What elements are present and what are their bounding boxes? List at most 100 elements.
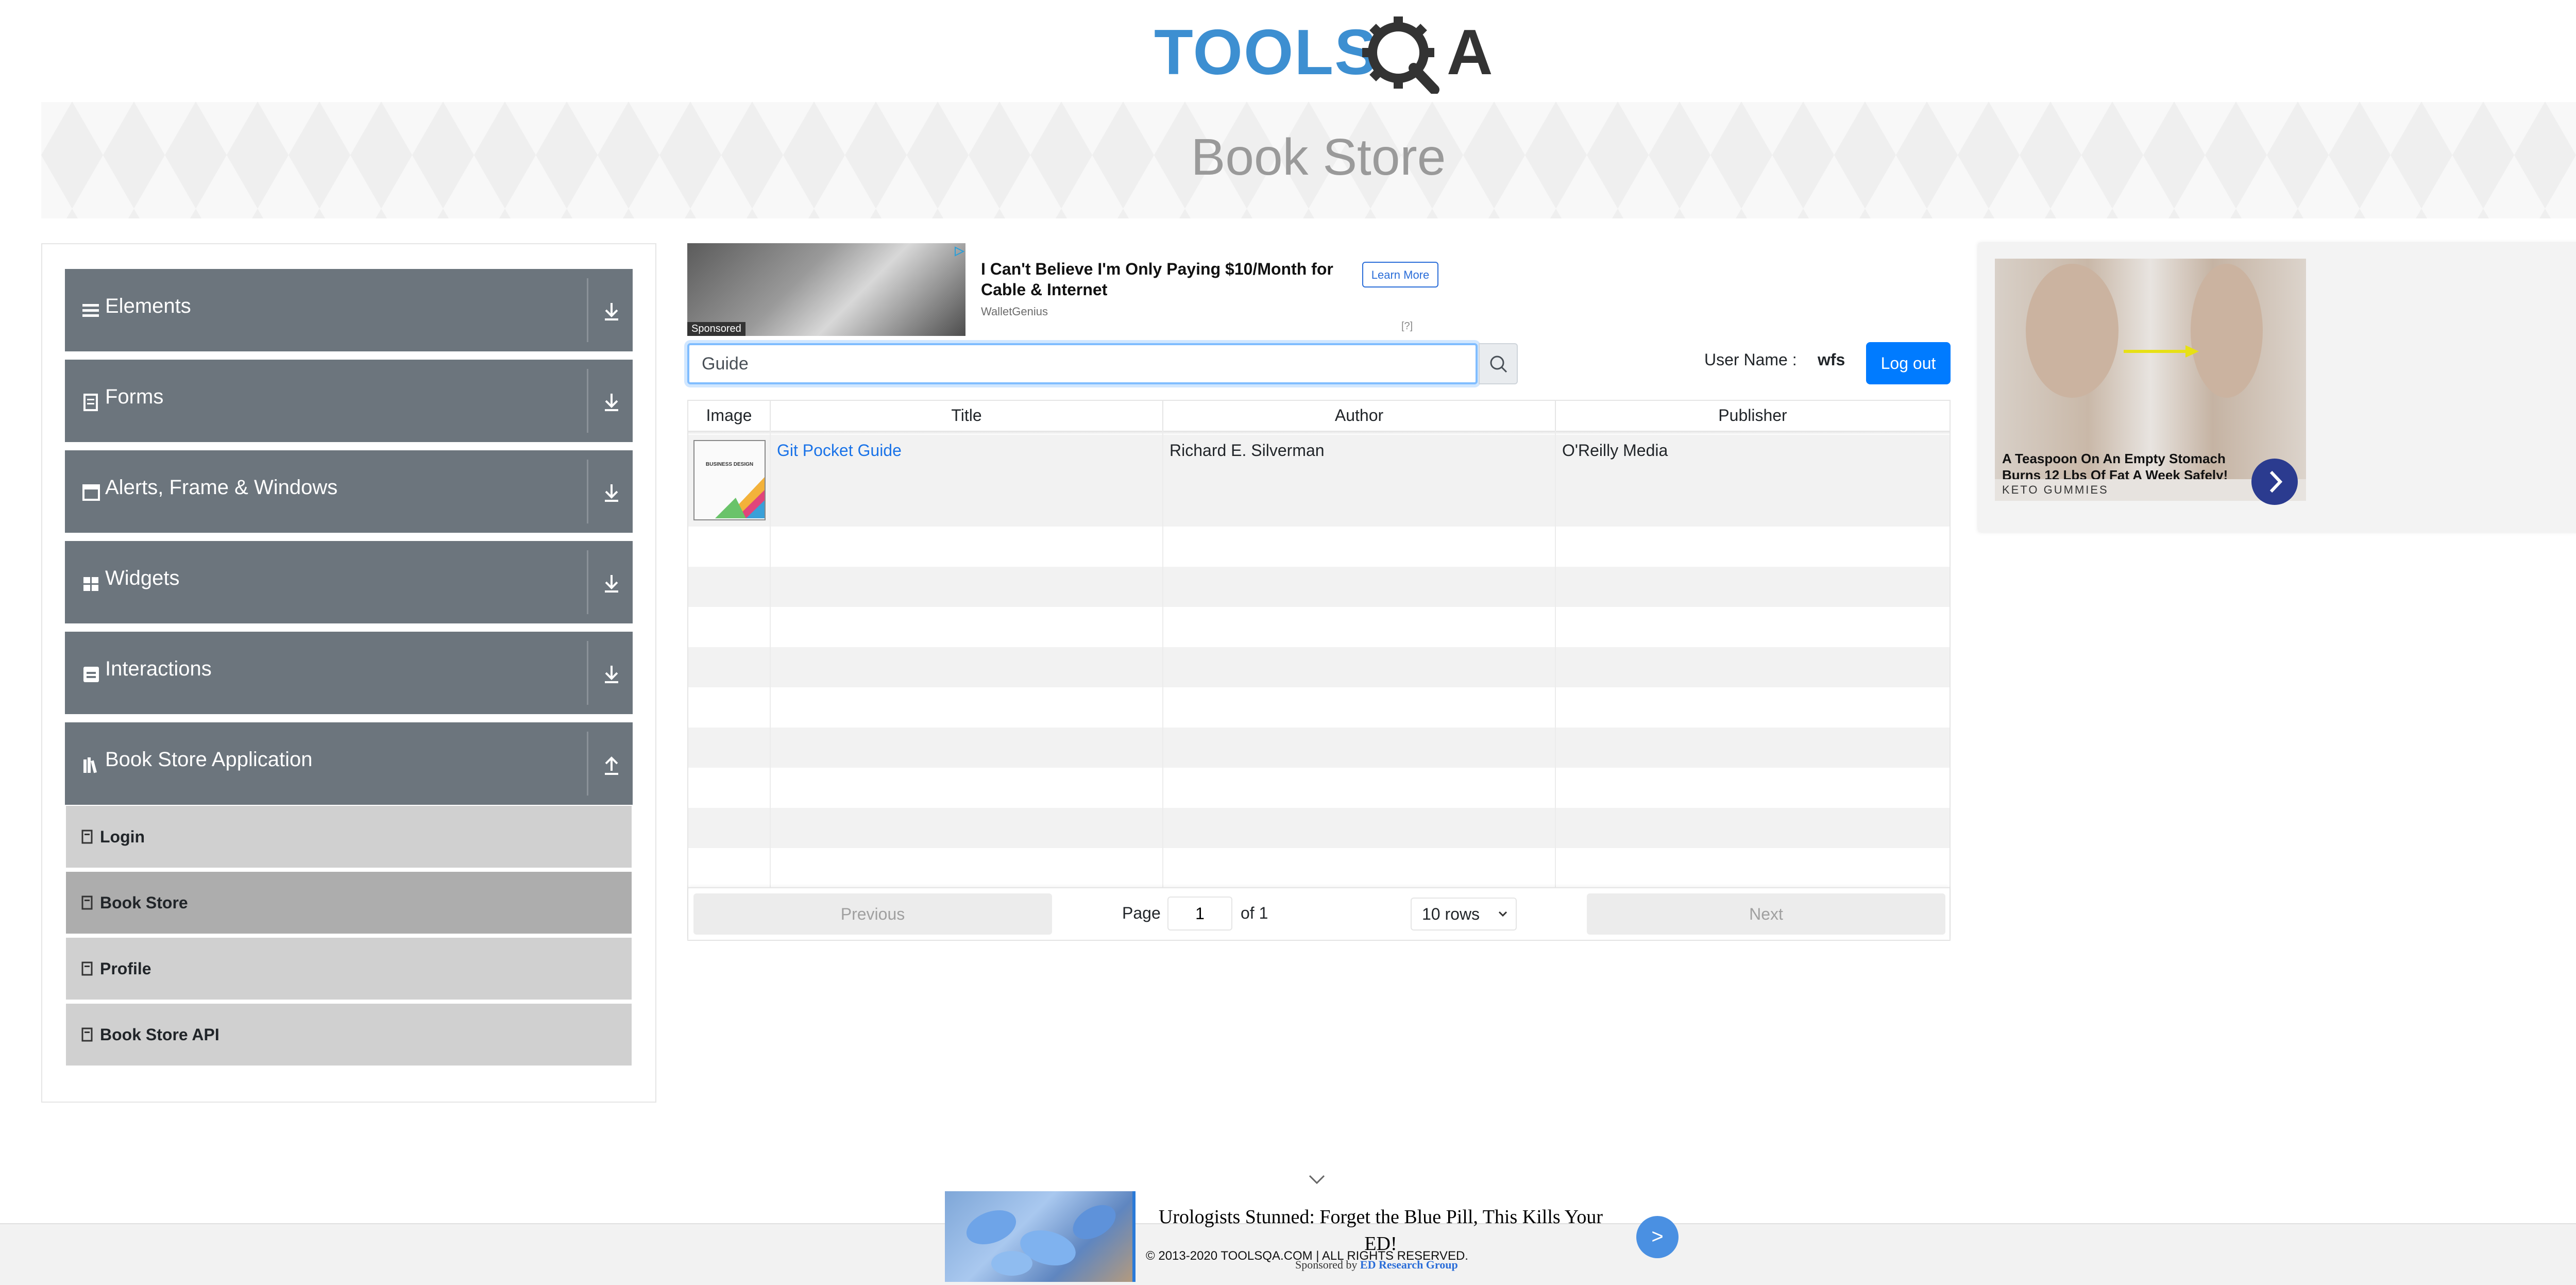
book-icon [81,895,93,910]
ad-sponsored-badge: Sponsored [687,322,745,336]
sidebar-item-login[interactable]: Login [66,806,632,870]
table-row [688,527,1950,567]
sidebar-group-elements[interactable]: Elements [65,269,633,351]
username-value: wfs [1818,350,1845,369]
download-icon [605,394,618,411]
column-divider [770,431,771,889]
column-header-image[interactable]: Image [688,401,771,431]
sidebar-group-label: Forms [105,385,164,408]
column-header-publisher[interactable]: Publisher [1556,401,1950,431]
table-row [688,768,1950,808]
widgets-icon [83,577,98,591]
table-row [688,647,1950,687]
ad-image[interactable] [945,1191,1136,1282]
book-author: Richard E. Silverman [1170,441,1325,460]
search-input[interactable] [687,343,1478,384]
table-row [688,567,1950,607]
divider [587,732,588,796]
ad-headline[interactable]: I Can't Believe I'm Only Paying $10/Mont… [981,259,1342,300]
column-header-title[interactable]: Title [771,401,1163,431]
book-publisher: O'Reilly Media [1562,441,1668,460]
sidebar-group-label: Alerts, Frame & Windows [105,476,338,499]
logout-button[interactable]: Log out [1866,342,1951,384]
sidebar-group-label: Book Store Application [105,748,313,771]
sidebar-group-forms[interactable]: Forms [65,360,633,442]
books-icon [83,757,97,773]
sidebar-group-alerts[interactable]: Alerts, Frame & Windows [65,450,633,533]
download-icon [605,666,618,683]
sidebar-group-label: Interactions [105,657,212,680]
chevron-right-icon [2269,470,2283,493]
advertisement-right[interactable]: A Teaspoon On An Empty Stomach Burns 12 … [1978,243,2576,532]
download-icon [605,484,618,502]
book-cover-text: BUSINESS DESIGN [706,462,753,467]
sidebar-group-book-store-application[interactable]: Book Store Application [65,722,633,805]
table-row [688,808,1950,848]
sidebar-item-book-store-api[interactable]: Book Store API [66,1004,632,1068]
ad-headline[interactable]: Urologists Stunned: Forget the Blue Pill… [1149,1204,1613,1257]
sidebar-item-profile[interactable]: Profile [66,938,632,1002]
toolsqa-logo[interactable]: TOOLS A [1154,16,1494,95]
column-header-author[interactable]: Author [1163,401,1556,431]
ad-next-button[interactable] [2251,459,2298,505]
interactions-icon [83,667,99,682]
books-table: Image Title Author Publisher BUSINESS DE… [687,400,1951,941]
table-row [688,848,1950,888]
divider [587,369,588,433]
table-row [688,728,1950,768]
search-icon [1490,356,1507,373]
sidebar-group-label: Elements [105,295,191,317]
ad-info-link[interactable]: [?] [1401,320,1413,332]
page-label: Page [1122,904,1161,922]
advertisement-top[interactable]: Sponsored I Can't Believe I'm Only Payin… [687,243,1439,338]
sidebar-item-book-store[interactable]: Book Store [66,872,632,936]
book-icon [81,830,93,844]
page-total-label: of 1 [1241,904,1268,922]
book-icon [81,961,93,976]
column-divider [1555,431,1556,889]
page-number-input[interactable] [1167,897,1232,931]
ad-sponsor-line: Sponsored by ED Research Group [1295,1258,1458,1272]
book-cover-image: BUSINESS DESIGN [693,440,766,520]
list-icon [82,304,99,317]
sidebar-group-interactions[interactable]: Interactions [65,632,633,714]
page-banner: Book Store [41,102,2576,218]
ad-learn-more-button[interactable]: Learn More [1362,262,1438,288]
ad-source: WalletGenius [981,305,1048,318]
sidebar-item-label: Book Store [100,893,188,912]
book-title-link[interactable]: Git Pocket Guide [777,441,902,460]
book-icon [81,1027,93,1042]
sidebar-item-label: Login [100,827,145,846]
divider [587,641,588,705]
next-button[interactable]: Next [1587,893,1945,935]
previous-button[interactable]: Previous [693,893,1052,935]
pagination: Previous Page of 1 10 rows Next [688,887,1950,940]
table-row [688,687,1950,728]
sidebar-item-label: Book Store API [100,1025,219,1044]
advertisement-bottom[interactable]: Urologists Stunned: Forget the Blue Pill… [945,1191,1679,1282]
svg-text:TOOLS: TOOLS [1154,17,1378,88]
download-icon [605,303,618,320]
collapse-chevron-icon[interactable] [1307,1172,1327,1187]
upload-icon [605,756,618,775]
rows-per-page-value: 10 rows [1422,905,1480,923]
download-icon [605,575,618,593]
page-title: Book Store [1191,128,1446,186]
ad-sponsor-prefix: Sponsored by [1295,1258,1358,1271]
divider [587,460,588,523]
table-row [688,607,1950,647]
adchoices-icon[interactable] [953,245,965,258]
header-shadow [688,431,1950,435]
ad-sponsor-name[interactable]: ED Research Group [1360,1258,1458,1271]
rows-per-page-select[interactable]: 10 rows [1411,898,1517,931]
sidebar: Elements Forms Alerts, Frame & Windows W… [41,243,656,1103]
sidebar-group-label: Widgets [105,567,180,589]
sidebar-item-label: Profile [100,959,151,978]
divider [587,278,588,342]
search-button[interactable] [1479,343,1518,384]
window-icon [82,484,100,501]
ad-go-button[interactable]: > [1636,1216,1679,1258]
sidebar-group-widgets[interactable]: Widgets [65,541,633,623]
column-divider [1162,431,1163,889]
svg-text:A: A [1447,17,1493,88]
